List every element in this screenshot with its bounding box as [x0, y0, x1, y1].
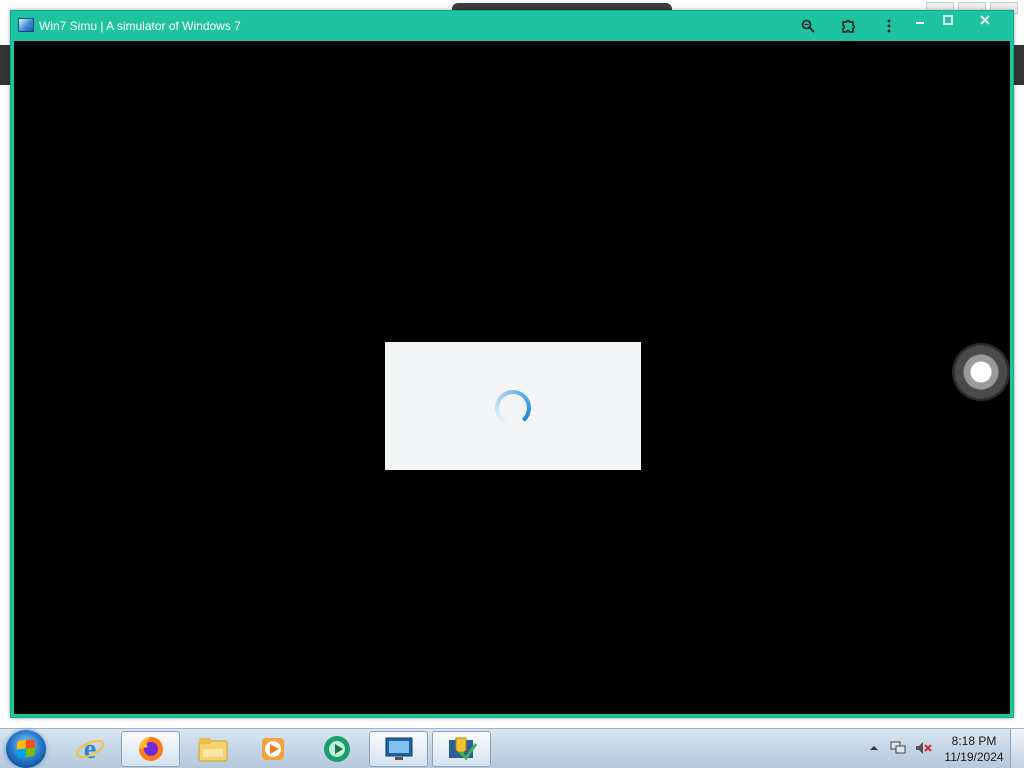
- taskbar-media-player[interactable]: [248, 731, 298, 767]
- start-button[interactable]: [6, 730, 46, 768]
- maximize-button[interactable]: [935, 12, 961, 28]
- taskbar: e 8:18 PM 11/19/2024: [0, 728, 1024, 768]
- green-app-icon: [324, 736, 350, 762]
- maximize-icon: [943, 15, 953, 25]
- taskbar-display-settings[interactable]: [369, 731, 428, 767]
- security-center-icon: [448, 737, 477, 761]
- media-player-icon: [262, 738, 284, 760]
- extension-icon[interactable]: [840, 18, 856, 34]
- taskbar-firefox[interactable]: [121, 731, 180, 767]
- display-settings-icon: [385, 737, 412, 760]
- minimize-icon: [916, 22, 924, 24]
- window-title: Win7 Simu | A simulator of Windows 7: [39, 19, 241, 33]
- close-icon: [980, 15, 990, 25]
- clock-date: 11/19/2024: [944, 750, 1004, 764]
- loading-card: [385, 342, 641, 470]
- minimize-button[interactable]: [907, 12, 933, 28]
- app-icon: [18, 18, 34, 32]
- windows-explorer-icon: [198, 738, 228, 762]
- taskbar-green-app[interactable]: [312, 731, 362, 767]
- volume-muted-icon[interactable]: [914, 740, 932, 756]
- zoom-icon[interactable]: [800, 18, 816, 34]
- close-button[interactable]: [963, 12, 1007, 28]
- taskbar-security-center[interactable]: [432, 731, 491, 767]
- show-desktop-button[interactable]: [1010, 729, 1024, 768]
- taskbar-internet-explorer[interactable]: e: [70, 731, 110, 767]
- svg-text:e: e: [84, 734, 96, 764]
- clock-time: 8:18 PM: [951, 734, 997, 748]
- show-hidden-icons-arrow[interactable]: [868, 742, 880, 754]
- app-window: Win7 Simu | A simulator of Windows 7: [10, 10, 1014, 718]
- floating-assistive-button[interactable]: [952, 343, 1010, 401]
- simulator-viewport[interactable]: [14, 41, 1010, 714]
- window-controls: [907, 12, 1007, 28]
- network-icon[interactable]: [889, 740, 907, 756]
- taskbar-windows-explorer[interactable]: [188, 731, 238, 767]
- window-titlebar[interactable]: Win7 Simu | A simulator of Windows 7: [11, 11, 1013, 41]
- internet-explorer-icon: e: [76, 734, 104, 764]
- loading-spinner-icon: [495, 390, 531, 426]
- firefox-icon: [138, 737, 163, 761]
- more-options-icon[interactable]: [881, 18, 897, 34]
- system-clock[interactable]: 8:18 PM 11/19/2024: [938, 733, 1010, 765]
